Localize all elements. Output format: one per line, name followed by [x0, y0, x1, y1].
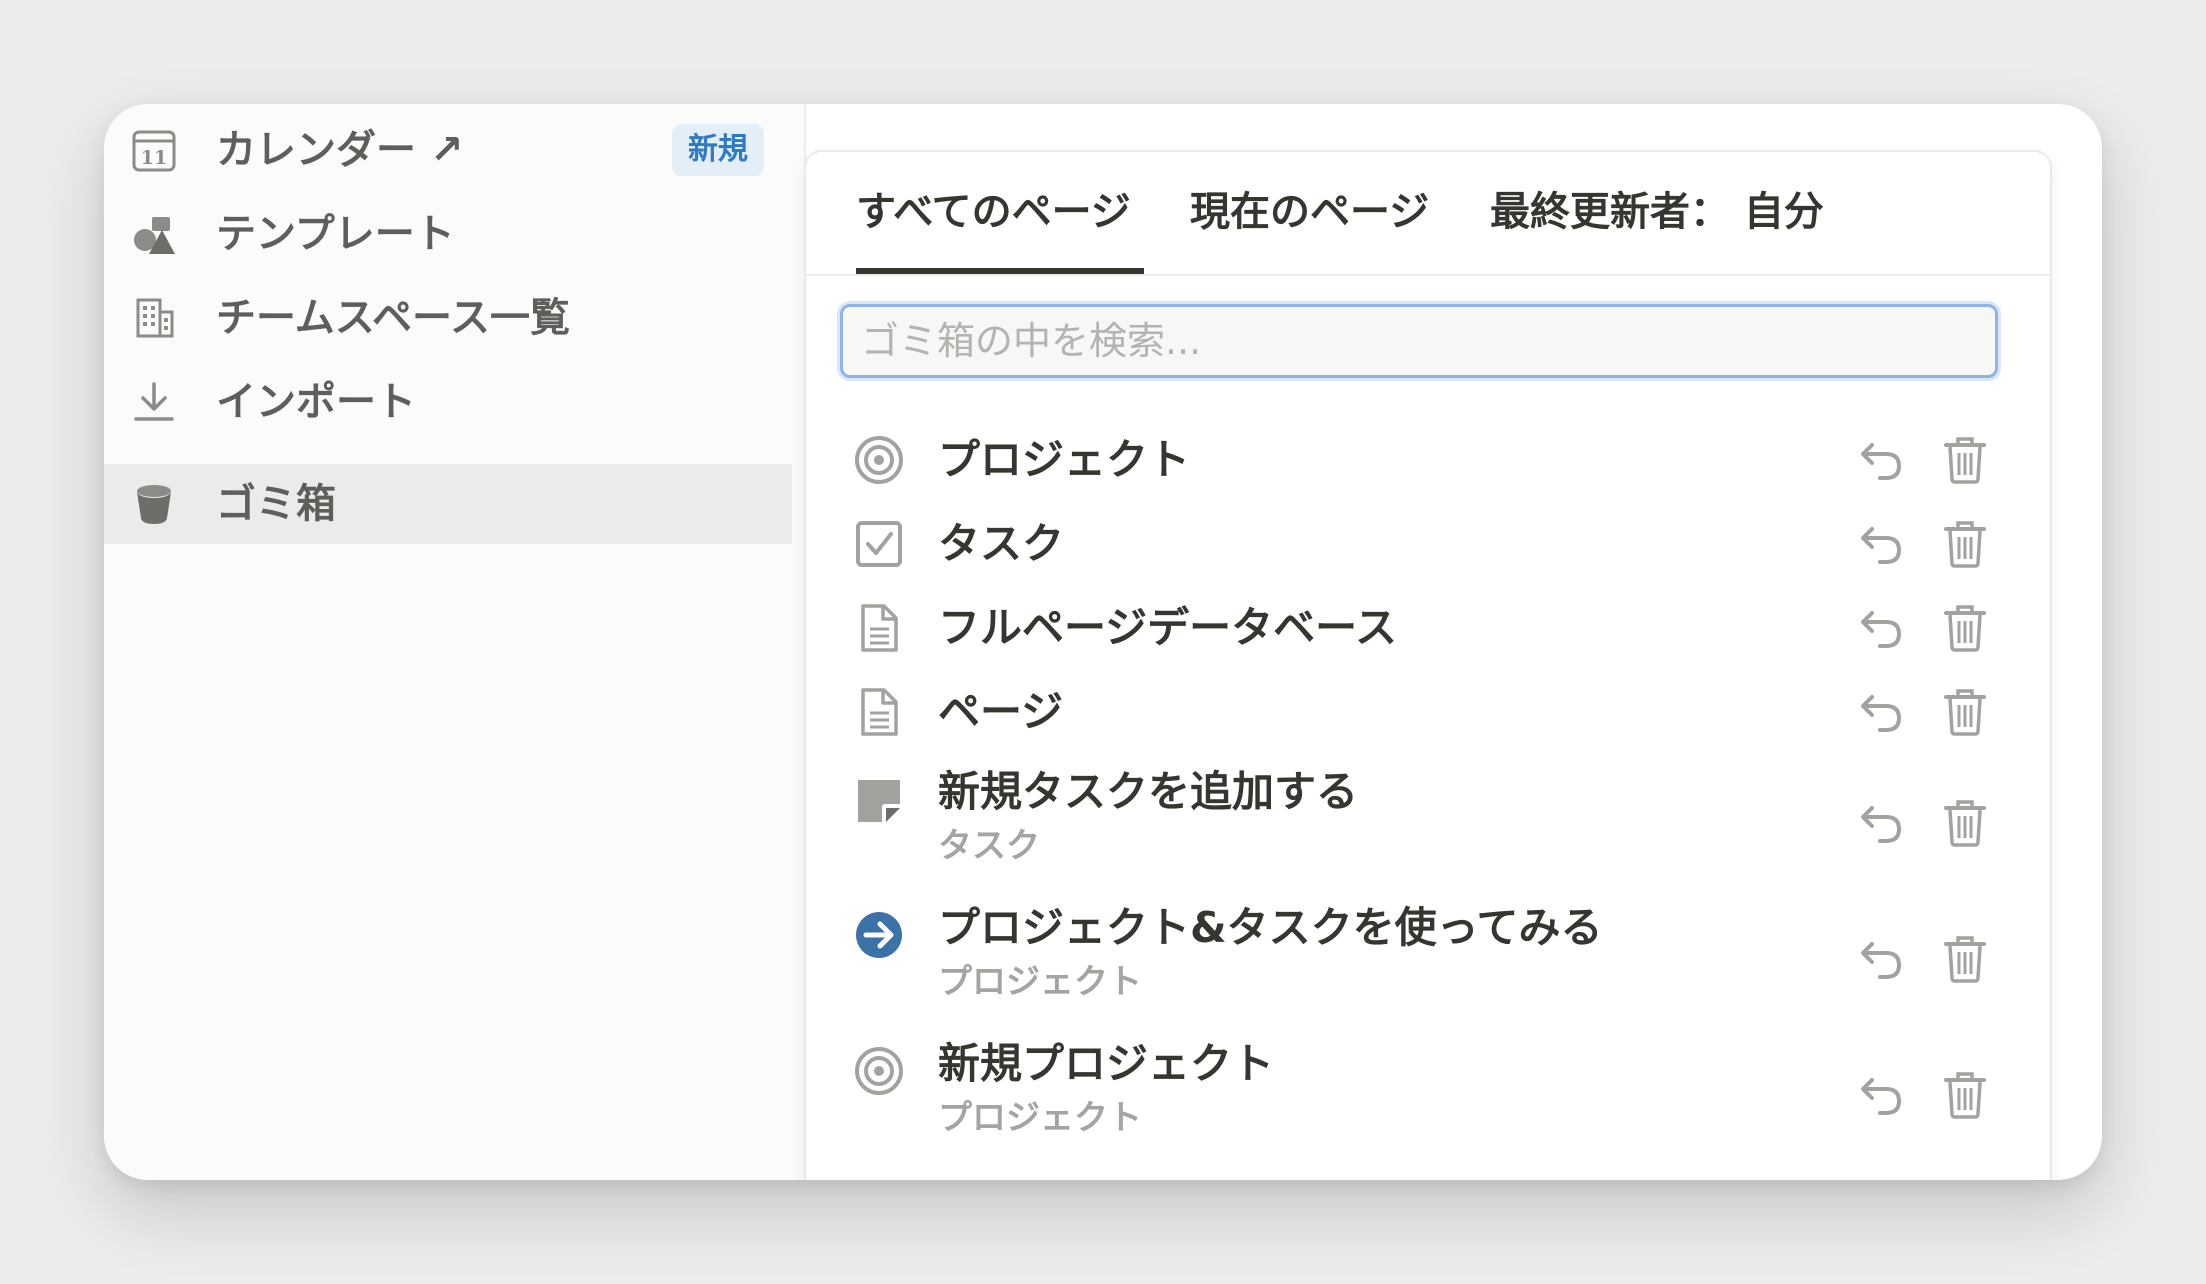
- download-icon: [134, 382, 174, 421]
- arrow-circle-icon: [856, 912, 902, 958]
- calendar-icon-date: 11: [141, 147, 167, 169]
- restore-button[interactable]: [1856, 1070, 1906, 1120]
- trash-search-input[interactable]: [840, 304, 1998, 378]
- trash-bin-icon: [137, 485, 171, 524]
- item-title: 新規タスクを追加する: [938, 767, 1359, 816]
- item-title: 新規プロジェクト: [938, 1039, 1275, 1088]
- delete-icon: [1944, 1072, 1986, 1119]
- sidebar-item-templates[interactable]: テンプレート: [104, 194, 792, 274]
- delete-permanently-button[interactable]: [1940, 519, 1990, 569]
- restore-icon: [1861, 611, 1902, 648]
- delete-permanently-button[interactable]: [1940, 1070, 1990, 1120]
- sidebar-item-import[interactable]: インポート: [104, 362, 792, 442]
- sidebar-item-teamspaces[interactable]: チームスペース一覧: [104, 278, 792, 358]
- item-parent: プロジェクト: [938, 962, 1142, 1002]
- tab-all-pages[interactable]: すべてのページ: [856, 186, 1131, 238]
- new-badge: 新規: [672, 124, 764, 176]
- item-parent: プロジェクト: [938, 1098, 1142, 1138]
- item-title: ページ: [938, 687, 1064, 736]
- sidebar-item-trash[interactable]: ゴミ箱: [104, 464, 792, 544]
- delete-icon: [1944, 936, 1986, 983]
- item-title: フルページデータベース: [938, 603, 1398, 652]
- sidebar-item-label: チームスペース一覧: [216, 295, 570, 341]
- trash-panel: すべてのページ 現在のページ 最終更新者： 自分 プロジェクト: [804, 150, 2052, 1180]
- trash-list-item[interactable]: プロジェクト&タスクを使ってみる プロジェクト: [806, 892, 2050, 1024]
- delete-icon: [1944, 605, 1986, 652]
- trash-list-item[interactable]: プロジェクト: [806, 418, 2050, 502]
- delete-icon: [1944, 800, 1986, 847]
- restore-button[interactable]: [1856, 798, 1906, 848]
- delete-icon: [1944, 521, 1986, 568]
- sidebar-item-label: ゴミ箱: [216, 481, 336, 527]
- item-parent: タスク: [938, 826, 1040, 866]
- delete-permanently-button[interactable]: [1940, 603, 1990, 653]
- target-icon: [855, 1047, 903, 1095]
- restore-button[interactable]: [1856, 519, 1906, 569]
- target-icon: [855, 436, 903, 484]
- trash-list-item[interactable]: タスク: [806, 502, 2050, 586]
- item-title: プロジェクト: [938, 435, 1191, 484]
- document-icon: [861, 688, 898, 736]
- filter-tabs: すべてのページ 現在のページ 最終更新者： 自分: [806, 152, 2050, 276]
- sidebar-item-label: カレンダー ↗: [216, 127, 464, 173]
- delete-permanently-button[interactable]: [1940, 687, 1990, 737]
- delete-permanently-button[interactable]: [1940, 798, 1990, 848]
- delete-permanently-button[interactable]: [1940, 435, 1990, 485]
- restore-icon: [1861, 527, 1902, 564]
- item-title: タスク: [938, 519, 1065, 568]
- sidebar-item-label: インポート: [216, 379, 416, 425]
- app-window: 11 カレンダー ↗ 新規 テンプレート チームスペース一覧 インポート ゴミ箱…: [104, 104, 2102, 1180]
- trash-list-item[interactable]: 新規プロジェクト プロジェクト: [806, 1028, 2050, 1160]
- tab-current-page[interactable]: 現在のページ: [1190, 186, 1429, 238]
- sidebar-item-label: テンプレート: [216, 211, 455, 257]
- delete-icon: [1944, 689, 1986, 736]
- sidebar-item-calendar[interactable]: 11 カレンダー ↗ 新規: [104, 110, 792, 190]
- restore-button[interactable]: [1856, 934, 1906, 984]
- restore-icon: [1861, 695, 1902, 732]
- sticky-note-icon: [858, 780, 900, 822]
- restore-icon: [1861, 443, 1902, 480]
- restore-icon: [1861, 1078, 1902, 1115]
- calendar-icon: 11: [132, 130, 176, 172]
- document-icon: [861, 604, 898, 652]
- sidebar: 11 カレンダー ↗ 新規 テンプレート チームスペース一覧 インポート ゴミ箱: [104, 104, 806, 1180]
- restore-button[interactable]: [1856, 435, 1906, 485]
- template-shapes-icon: [134, 217, 175, 254]
- trash-list-item[interactable]: フルページデータベース: [806, 586, 2050, 670]
- trash-list-item[interactable]: ページ: [806, 670, 2050, 754]
- restore-icon: [1861, 942, 1902, 979]
- building-icon: [136, 298, 174, 338]
- restore-button[interactable]: [1856, 603, 1906, 653]
- trash-list-item[interactable]: 新規タスクを追加する タスク: [806, 756, 2050, 888]
- checkbox-icon: [856, 521, 902, 567]
- delete-permanently-button[interactable]: [1940, 934, 1990, 984]
- delete-icon: [1944, 437, 1986, 484]
- active-tab-indicator: [856, 268, 1144, 274]
- tab-last-edited-by[interactable]: 最終更新者： 自分: [1490, 186, 1824, 238]
- item-title: プロジェクト&タスクを使ってみる: [938, 903, 1603, 952]
- restore-icon: [1861, 806, 1902, 843]
- restore-button[interactable]: [1856, 687, 1906, 737]
